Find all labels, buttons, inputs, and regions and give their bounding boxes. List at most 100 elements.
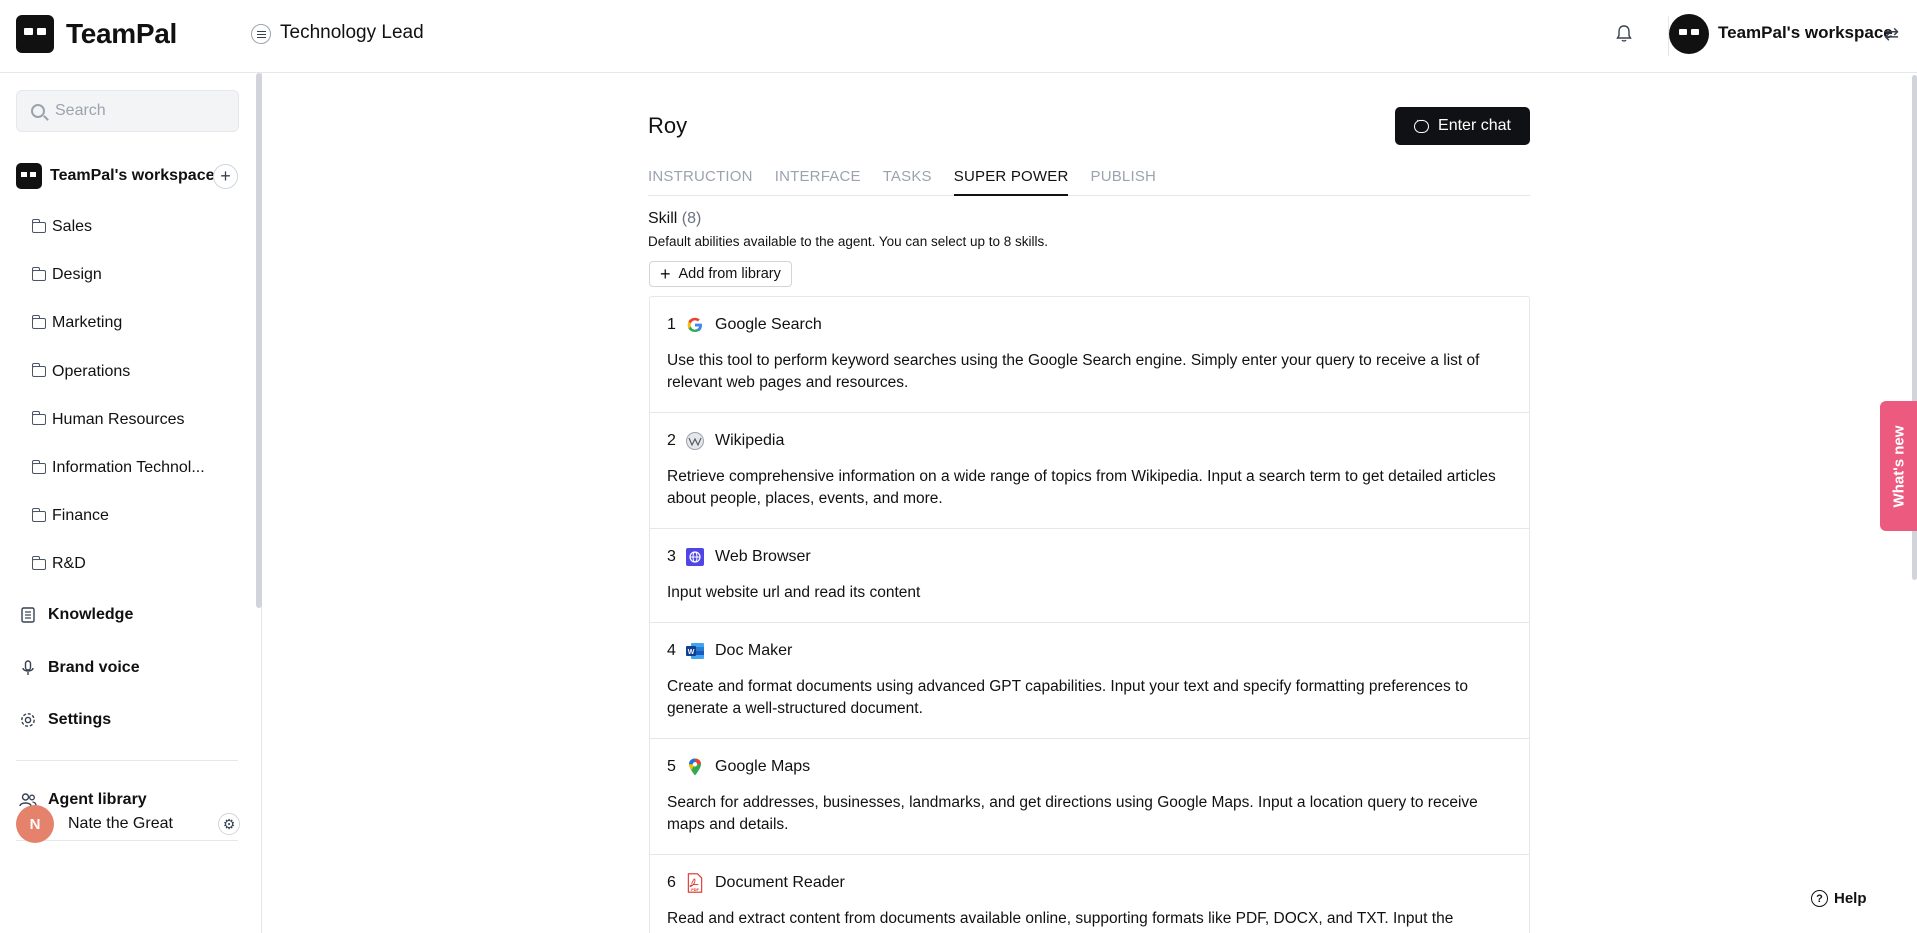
skill-number: 3 — [667, 548, 676, 565]
folder-item[interactable]: Information Technol... — [32, 444, 205, 492]
user-name: Nate the Great — [68, 815, 173, 832]
folder-item[interactable]: Finance — [32, 492, 205, 540]
folder-label: Sales — [52, 218, 93, 236]
switch-icon[interactable]: ⇄ — [1884, 24, 1899, 45]
workspace-mini-icon — [16, 163, 42, 189]
sidebar-item-label: Settings — [48, 711, 112, 728]
skill-description-text: Read and extract content from documents … — [667, 910, 1454, 927]
sidebar-item-brand-voice[interactable]: Brand voice — [18, 658, 140, 678]
top-header: TeamPal Technology Lead TeamPal's worksp… — [0, 0, 1917, 73]
skill-number: 2 — [667, 432, 676, 449]
skill-card[interactable]: 1 Google Search Use this tool to perform… — [650, 297, 1529, 413]
skill-description-text: Input website url and read its content — [667, 584, 921, 601]
skill-description-text: Create and format documents using advanc… — [667, 678, 1468, 717]
folder-list: Sales Design Marketing Operations Human … — [32, 203, 205, 589]
folder-icon — [32, 363, 46, 378]
brand-logo[interactable]: TeamPal — [16, 15, 177, 53]
skill-card[interactable]: 4 W Doc Maker Create and format document… — [650, 623, 1529, 739]
skill-description: Default abilities available to the agent… — [648, 234, 1049, 249]
skill-card[interactable]: 6 PDF Document Reader Read and extract c… — [650, 855, 1529, 933]
menu-icon[interactable] — [251, 24, 271, 44]
user-settings-gear-icon[interactable]: ⚙ — [218, 813, 240, 835]
workspace-avatar[interactable] — [1669, 14, 1709, 54]
add-workspace-button[interactable]: + — [213, 164, 238, 189]
sidebar-item-settings[interactable]: Settings — [18, 710, 111, 730]
svg-text:W: W — [688, 649, 695, 656]
gear-icon — [21, 713, 35, 727]
skill-number: 1 — [667, 316, 676, 333]
svg-text:PDF: PDF — [691, 888, 699, 892]
tab-interface[interactable]: INTERFACE — [775, 166, 861, 196]
chat-icon — [1414, 115, 1430, 133]
help-icon: ? — [1811, 890, 1828, 907]
brand-name: TeamPal — [66, 18, 177, 49]
folder-item[interactable]: Sales — [32, 203, 205, 251]
skill-card[interactable]: 5 Google Maps Search for addresses, busi… — [650, 739, 1529, 855]
google-icon — [687, 317, 702, 332]
folder-icon — [32, 266, 46, 281]
skill-description-text: Use this tool to perform keyword searche… — [667, 352, 1480, 391]
workspace-name[interactable]: TeamPal's workspace — [1718, 23, 1893, 43]
microphone-icon — [22, 660, 34, 675]
search-input[interactable] — [55, 102, 225, 120]
web-browser-icon — [686, 548, 704, 566]
skill-name: Google Maps — [715, 758, 811, 775]
folder-label: Human Resources — [52, 410, 185, 428]
skill-number: 4 — [667, 642, 676, 659]
plus-icon: + — [660, 264, 671, 284]
help-button[interactable]: ? Help — [1811, 890, 1867, 907]
skill-count: (8) — [681, 210, 702, 227]
skill-name: Doc Maker — [715, 642, 793, 659]
folder-icon — [32, 314, 46, 329]
sidebar-item-label: Brand voice — [48, 659, 140, 676]
skill-heading-label: Skill — [648, 210, 678, 227]
skill-number: 5 — [667, 758, 676, 775]
enter-chat-button[interactable]: Enter chat — [1395, 107, 1530, 145]
tab-bar: INSTRUCTION INTERFACE TASKS SUPER POWER … — [648, 166, 1530, 196]
wikipedia-icon — [686, 432, 704, 450]
folder-item[interactable]: Design — [32, 251, 205, 299]
agent-name: Roy — [648, 113, 688, 138]
word-doc-icon: W — [686, 643, 704, 659]
bell-icon[interactable] — [1614, 23, 1634, 45]
book-icon — [21, 607, 35, 623]
tab-publish[interactable]: PUBLISH — [1090, 166, 1156, 196]
add-from-library-button[interactable]: + Add from library — [649, 261, 792, 287]
folder-icon — [32, 459, 46, 474]
tab-super-power[interactable]: SUPER POWER — [953, 166, 1069, 196]
pdf-icon: PDF — [687, 873, 703, 893]
enter-chat-label: Enter chat — [1438, 117, 1511, 134]
map-pin-icon — [689, 758, 701, 776]
sidebar-scrollbar[interactable] — [256, 73, 262, 608]
folder-item[interactable]: Operations — [32, 348, 205, 396]
skill-name: Google Search — [715, 316, 822, 333]
tab-instruction[interactable]: INSTRUCTION — [648, 166, 753, 196]
tab-tasks[interactable]: TASKS — [883, 166, 932, 196]
skill-list: 1 Google Search Use this tool to perform… — [649, 296, 1530, 933]
page-title: Technology Lead — [280, 22, 424, 43]
skill-name: Web Browser — [715, 548, 811, 565]
search-icon — [31, 104, 45, 118]
folder-item[interactable]: Marketing — [32, 299, 205, 347]
folder-icon — [32, 555, 46, 570]
folder-item[interactable]: R&D — [32, 540, 205, 588]
skill-number: 6 — [667, 874, 676, 891]
folder-item[interactable]: Human Resources — [32, 396, 205, 444]
whats-new-tab[interactable]: What's new — [1880, 401, 1917, 531]
search-box[interactable] — [16, 90, 239, 132]
folder-label: Finance — [52, 507, 109, 525]
skill-name: Wikipedia — [715, 432, 785, 449]
help-label: Help — [1834, 890, 1867, 907]
workspace-row[interactable]: TeamPal's workspace — [16, 161, 241, 191]
user-profile[interactable]: N Nate the Great — [16, 804, 241, 844]
skill-name: Document Reader — [715, 874, 845, 891]
sidebar-item-knowledge[interactable]: Knowledge — [18, 605, 133, 625]
sidebar-divider — [16, 760, 238, 761]
app-root: TeamPal Technology Lead TeamPal's worksp… — [0, 0, 1917, 933]
add-from-library-label: Add from library — [678, 266, 781, 282]
folder-icon — [32, 218, 46, 233]
skill-heading: Skill (8) — [648, 210, 701, 228]
skill-card[interactable]: 2 Wikipedia Retrieve comprehensive infor… — [650, 413, 1529, 529]
skill-card[interactable]: 3 Web Browser Input website url and read… — [650, 529, 1529, 623]
avatar: N — [16, 805, 54, 843]
